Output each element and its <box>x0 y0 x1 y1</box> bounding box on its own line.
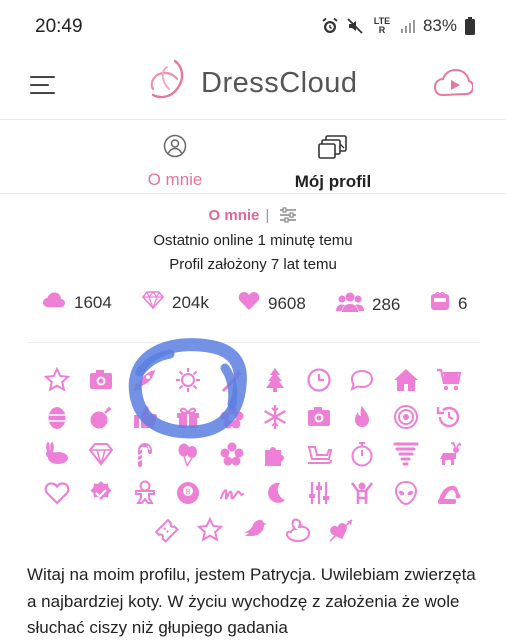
balloons-icon[interactable] <box>175 441 201 467</box>
status-time: 20:49 <box>35 16 83 37</box>
stat-followers[interactable]: 286 <box>336 291 400 318</box>
svg-text:8: 8 <box>185 488 190 497</box>
tree-icon[interactable] <box>262 367 288 393</box>
stat-value: 204k <box>172 292 209 312</box>
diamond-icon <box>141 291 165 314</box>
magic-wand-icon[interactable] <box>219 367 245 393</box>
ticket-icon[interactable] <box>154 517 180 543</box>
star-icon[interactable] <box>197 517 223 543</box>
puzzle-icon[interactable] <box>262 441 288 467</box>
divider <box>28 342 480 343</box>
alien-icon[interactable] <box>393 480 419 506</box>
tornado-icon[interactable] <box>393 441 419 467</box>
stat-value: 6 <box>458 293 468 313</box>
stat-value: 1604 <box>74 292 112 312</box>
users-icon <box>336 291 364 318</box>
app-header: DressCloud <box>0 56 506 120</box>
alarm-icon <box>321 17 339 35</box>
sun-icon[interactable] <box>175 367 201 393</box>
snowflake-icon[interactable] <box>262 404 288 430</box>
rocket-icon[interactable] <box>132 367 158 393</box>
mute-icon <box>346 17 364 35</box>
stopwatch-icon[interactable] <box>349 441 375 467</box>
flower-icon[interactable] <box>219 404 245 430</box>
person-raised-icon[interactable] <box>349 480 375 506</box>
photos-icon <box>318 135 348 164</box>
user-circle-icon <box>163 134 187 162</box>
last-online-text: Ostatnio online 1 minutę temu <box>153 232 353 249</box>
settings-sliders-icon[interactable] <box>279 207 297 227</box>
bio-text: Witaj na moim profilu, jestem Patrycja. … <box>27 565 476 637</box>
status-icons: LTE R 83% <box>321 16 476 36</box>
stat-value: 286 <box>372 294 401 314</box>
menu-icon-line <box>30 84 49 86</box>
sleigh-icon[interactable] <box>306 441 332 467</box>
status-bar: 20:49 LTE R 83% <box>0 0 506 56</box>
bomb-icon[interactable] <box>88 404 114 430</box>
app-name: DressCloud <box>201 66 358 99</box>
profile-tabs: O mnie Mój profil <box>0 122 506 194</box>
heart-icon <box>238 291 260 316</box>
stat-diamonds[interactable]: 204k <box>141 291 209 314</box>
tab-label: O mnie <box>147 170 203 189</box>
santa-hat-icon[interactable] <box>436 480 462 506</box>
profile-stats: 1604 204k 9608 286 6 <box>0 287 506 319</box>
candy-cane-icon[interactable] <box>132 441 158 467</box>
about-label: O mnie <box>208 207 260 224</box>
moon-icon[interactable] <box>262 480 288 506</box>
stat-gifts[interactable]: 6 <box>430 291 467 316</box>
separator: | <box>265 207 270 224</box>
reindeer-icon[interactable] <box>436 441 462 467</box>
cart-icon[interactable] <box>436 367 462 393</box>
check-badge-icon[interactable] <box>88 480 114 506</box>
signal-icon <box>400 18 416 34</box>
signature-icon[interactable] <box>219 480 245 506</box>
dresscloud-logo-icon <box>147 57 191 110</box>
thumbs-up-icon[interactable] <box>132 404 158 430</box>
stat-clouds[interactable]: 1604 <box>42 291 112 314</box>
menu-button[interactable] <box>30 72 56 96</box>
battery-percent: 83% <box>422 16 457 35</box>
gingerbread-icon[interactable] <box>132 480 158 506</box>
cloud-icon <box>42 291 66 314</box>
profile-created-text: Profil założony 7 lat temu <box>169 256 337 273</box>
clock-icon[interactable] <box>306 367 332 393</box>
eight-ball-icon[interactable]: 8 <box>175 480 201 506</box>
menu-icon-line <box>30 92 55 94</box>
heart-arrow-icon[interactable] <box>328 517 354 543</box>
bunny-icon[interactable] <box>44 441 70 467</box>
fire-icon[interactable] <box>349 404 375 430</box>
battery-icon <box>464 16 476 36</box>
star-icon[interactable] <box>44 367 70 393</box>
about-row: O mnie | <box>0 207 506 227</box>
history-icon[interactable] <box>436 404 462 430</box>
flower-icon[interactable] <box>219 441 245 467</box>
network-type: LTE R <box>373 16 391 35</box>
duck-icon[interactable] <box>284 517 310 543</box>
tab-label: Mój profil <box>294 172 372 191</box>
sliders-icon[interactable] <box>306 480 332 506</box>
house-icon[interactable] <box>393 367 419 393</box>
menu-icon <box>30 76 55 78</box>
stat-value: 9608 <box>268 293 306 313</box>
gift-box-icon <box>430 291 450 316</box>
camera-icon[interactable] <box>88 367 114 393</box>
tab-o-mnie[interactable]: O mnie <box>140 134 210 190</box>
easter-egg-icon[interactable] <box>44 404 70 430</box>
bird-icon[interactable] <box>241 517 267 543</box>
video-button[interactable] <box>433 68 475 105</box>
stat-hearts[interactable]: 9608 <box>238 291 306 316</box>
diamond-icon[interactable] <box>88 441 114 467</box>
tab-moj-profil[interactable]: Mój profil <box>283 134 383 192</box>
video-play-icon <box>433 68 475 104</box>
target-icon[interactable] <box>393 404 419 430</box>
present-icon[interactable] <box>175 404 201 430</box>
app-logo[interactable]: DressCloud <box>147 58 358 108</box>
speech-bubble-icon[interactable] <box>349 367 375 393</box>
camera-icon[interactable] <box>306 404 332 430</box>
heart-outline-icon[interactable] <box>44 480 70 506</box>
